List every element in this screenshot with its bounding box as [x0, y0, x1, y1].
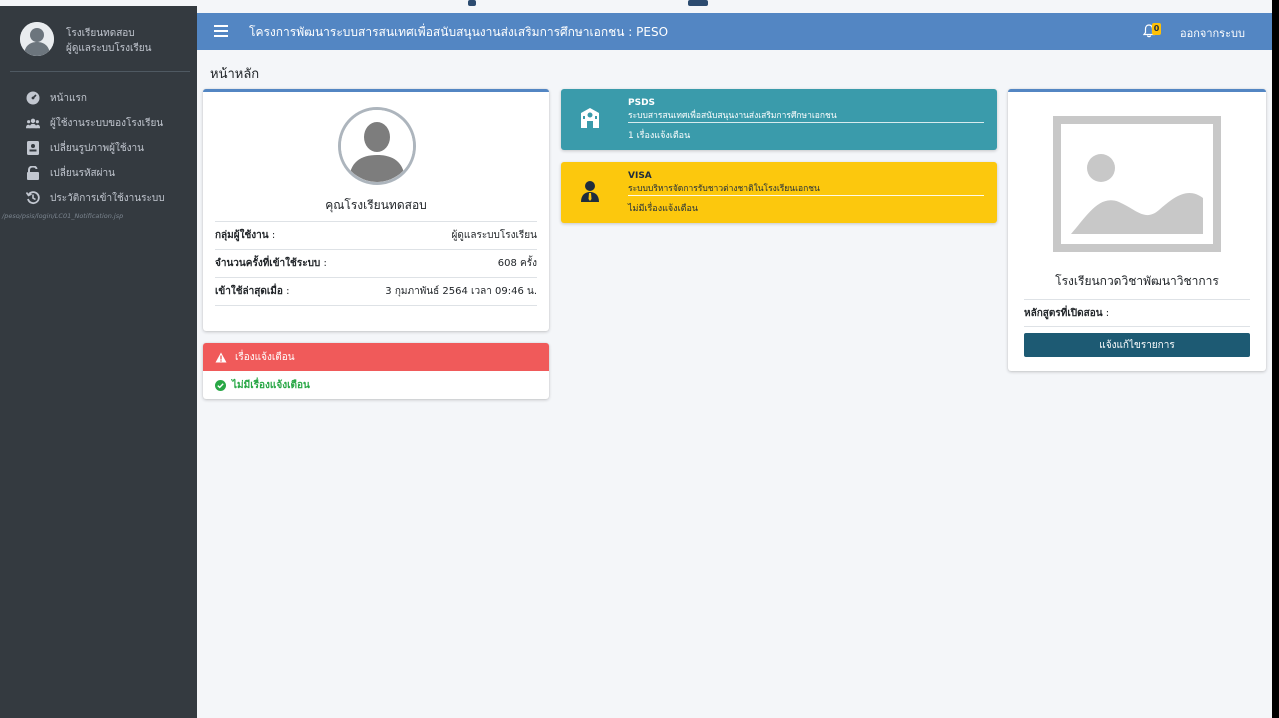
sidebar-item-label: ผู้ใช้งานระบบของโรงเรียน	[50, 117, 164, 129]
system-code: VISA	[628, 171, 652, 181]
info-value: 608 ครั้ง	[497, 258, 537, 269]
check-circle-icon	[215, 379, 226, 391]
info-separator: :	[320, 258, 327, 269]
app-title: โครงการพัฒนาระบบสารสนเทศเพื่อสนับสนุนงาน…	[249, 25, 669, 39]
info-value: 3 กุมภาพันธ์ 2564 เวลา 09:46 น.	[385, 286, 537, 297]
app-frame: โรงเรียนทดสอบ ผู้ดูแลระบบโรงเรียน หน้าแร…	[0, 0, 1272, 718]
system-code: PSDS	[628, 98, 656, 108]
info-label: กลุ่มผู้ใช้งาน	[215, 230, 269, 241]
user-tie-icon	[581, 181, 599, 202]
sidebar-item-home[interactable]: หน้าแรก	[26, 88, 87, 108]
sidebar-item-login-history[interactable]: ประวัติการเข้าใช้งานระบบ	[26, 188, 165, 208]
dashboard-icon	[26, 91, 40, 105]
course-separator: :	[1102, 307, 1110, 319]
page-title: หน้าหลัก	[210, 67, 260, 82]
info-label: เข้าใช้ล่าสุดเมื่อ	[215, 286, 283, 297]
profile-name: คุณโรงเรียนทดสอบ	[325, 198, 427, 212]
notification-header-label: เรื่องแจ้งเตือน	[235, 351, 295, 363]
info-label: จำนวนครั้งที่เข้าใช้ระบบ	[215, 258, 321, 269]
info-value: ผู้ดูแลระบบโรงเรียน	[451, 230, 537, 241]
info-row-last-login: เข้าใช้ล่าสุดเมื่อ : 3 กุมภาพันธ์ 2564 เ…	[215, 278, 537, 306]
info-row-login-count: จำนวนครั้งที่เข้าใช้ระบบ : 608 ครั้ง	[215, 250, 537, 278]
top-navbar: โครงการพัฒนาระบบสารสนเทศเพื่อสนับสนุนงาน…	[197, 13, 1272, 50]
system-name: ระบบบริหารจัดการรับชาวต่างชาติในโรงเรียน…	[628, 184, 820, 194]
system-notice: ไม่มีเรื่องแจ้งเตือน	[628, 204, 699, 214]
sidebar-item-label: หน้าแรก	[50, 92, 87, 104]
logout-link[interactable]: ออกจากระบบ	[1180, 24, 1245, 42]
users-icon	[26, 116, 40, 130]
notification-header: เรื่องแจ้งเตือน	[203, 343, 549, 371]
profile-card: คุณโรงเรียนทดสอบ กลุ่มผู้ใช้งาน : ผู้ดูแ…	[203, 89, 549, 331]
school-image	[1053, 116, 1221, 252]
info-label-wrap: เข้าใช้ล่าสุดเมื่อ :	[215, 284, 289, 299]
info-row-user-group: กลุ่มผู้ใช้งาน : ผู้ดูแลระบบโรงเรียน	[215, 222, 537, 250]
divider	[628, 122, 984, 123]
school-name: โรงเรียนกวดวิชาพัฒนาวิชาการ	[1055, 274, 1219, 288]
notification-body-text: ไม่มีเรื่องแจ้งเตือน	[232, 379, 310, 391]
user-avatar[interactable]	[20, 22, 54, 56]
page-path: /peso/psis/login/LC01_Notification.jsp	[2, 212, 124, 220]
info-label-wrap: จำนวนครั้งที่เข้าใช้ระบบ :	[215, 256, 327, 271]
divider	[628, 195, 984, 196]
notification-badge: 0	[1152, 23, 1161, 35]
unlock-icon	[26, 166, 40, 180]
notification-bell-icon[interactable]: 0	[1143, 22, 1167, 40]
system-name: ระบบสารสนเทศเพื่อสนับสนุนงานส่งเสริมการศ…	[628, 111, 837, 121]
system-notice: 1 เรื่องแจ้งเตือน	[628, 131, 691, 141]
system-box-psds[interactable]: PSDS ระบบสารสนเทศเพื่อสนับสนุนงานส่งเสริ…	[561, 89, 997, 150]
school-building-icon	[581, 108, 599, 128]
top-fragment	[688, 0, 708, 6]
sidebar-item-change-picture[interactable]: เปลี่ยนรูปภาพผู้ใช้งาน	[26, 138, 144, 158]
user-panel: โรงเรียนทดสอบ ผู้ดูแลระบบโรงเรียน	[10, 12, 190, 72]
school-card: โรงเรียนกวดวิชาพัฒนาวิชาการ หลักสูตรที่เ…	[1008, 89, 1266, 371]
avatar-placeholder-icon	[20, 22, 54, 56]
sidebar-item-school-users[interactable]: ผู้ใช้งานระบบของโรงเรียน	[26, 113, 163, 133]
portrait-icon	[26, 141, 40, 155]
edit-request-button[interactable]: แจ้งแก้ไขรายการ	[1024, 333, 1250, 357]
info-label-wrap: กลุ่มผู้ใช้งาน :	[215, 228, 275, 243]
image-placeholder-icon	[1053, 116, 1221, 252]
warning-icon	[215, 352, 227, 362]
menu-toggle-icon[interactable]	[214, 22, 228, 40]
user-name: โรงเรียนทดสอบ	[66, 28, 135, 39]
course-label: หลักสูตรที่เปิดสอน	[1024, 307, 1103, 319]
notification-body: ไม่มีเรื่องแจ้งเตือน	[203, 371, 549, 399]
sidebar-item-change-password[interactable]: เปลี่ยนรหัสผ่าน	[26, 163, 115, 183]
info-separator: :	[268, 230, 276, 241]
avatar-placeholder-icon	[341, 110, 413, 182]
sidebar-item-label: ประวัติการเข้าใช้งานระบบ	[50, 192, 165, 204]
profile-info-list: กลุ่มผู้ใช้งาน : ผู้ดูแลระบบโรงเรียน จำน…	[215, 221, 537, 306]
info-separator: :	[282, 286, 290, 297]
system-box-visa[interactable]: VISA ระบบบริหารจัดการรับชาวต่างชาติในโรง…	[561, 162, 997, 223]
history-icon	[26, 191, 40, 205]
course-row: หลักสูตรที่เปิดสอน :	[1024, 299, 1250, 327]
sidebar: โรงเรียนทดสอบ ผู้ดูแลระบบโรงเรียน หน้าแร…	[0, 6, 197, 718]
notification-card: เรื่องแจ้งเตือน ไม่มีเรื่องแจ้งเตือน	[203, 343, 549, 399]
sidebar-item-label: เปลี่ยนรูปภาพผู้ใช้งาน	[50, 142, 144, 154]
user-role: ผู้ดูแลระบบโรงเรียน	[66, 43, 152, 54]
sidebar-item-label: เปลี่ยนรหัสผ่าน	[50, 167, 115, 179]
profile-avatar	[338, 107, 416, 185]
top-fragment	[468, 0, 476, 6]
window-edge	[1272, 0, 1279, 718]
